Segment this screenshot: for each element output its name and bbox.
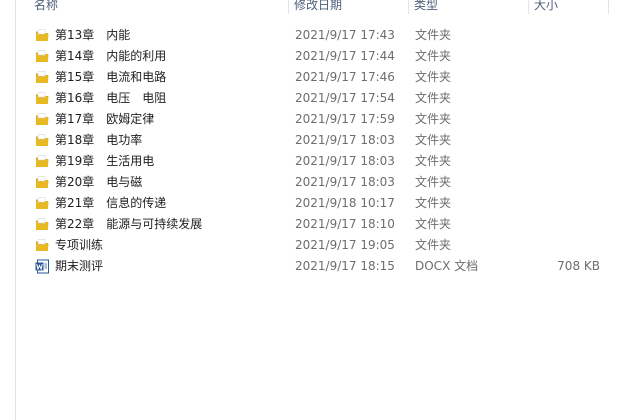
column-header-size[interactable]: 大小	[534, 0, 558, 14]
file-row[interactable]: 第20章 电与磁 2021/9/17 18:03 文件夹	[0, 172, 636, 193]
column-header-bar: 名称 修改日期 类型 大小	[16, 0, 636, 14]
file-type: 文件夹	[415, 91, 452, 105]
file-type: 文件夹	[415, 70, 452, 84]
file-name: 第13章 内能	[55, 28, 131, 42]
file-modified-date: 2021/9/17 17:59	[295, 112, 395, 126]
file-type: 文件夹	[415, 28, 452, 42]
file-modified-date: 2021/9/17 18:10	[295, 217, 395, 231]
file-name: 第20章 电与磁	[55, 175, 143, 189]
file-name: 第16章 电压 电阻	[55, 91, 167, 105]
column-header-date[interactable]: 修改日期	[294, 0, 342, 14]
folder-icon	[35, 217, 50, 232]
file-modified-date: 2021/9/17 18:03	[295, 154, 395, 168]
file-modified-date: 2021/9/17 17:46	[295, 70, 395, 84]
file-type: 文件夹	[415, 49, 452, 63]
column-header-type[interactable]: 类型	[414, 0, 438, 14]
file-size	[520, 46, 600, 67]
file-modified-date: 2021/9/18 10:17	[295, 196, 395, 210]
folder-icon	[35, 91, 50, 106]
file-row[interactable]: 期末测评 2021/9/17 18:15 DOCX 文档 708 KB	[0, 256, 636, 277]
file-row[interactable]: 第18章 电功率 2021/9/17 18:03 文件夹	[0, 130, 636, 151]
file-type: 文件夹	[415, 217, 452, 231]
file-size	[520, 235, 600, 256]
file-size	[520, 151, 600, 172]
file-size: 708 KB	[557, 259, 600, 273]
file-size	[520, 67, 600, 88]
file-name: 第18章 电功率	[55, 133, 143, 147]
folder-icon	[35, 238, 50, 253]
file-name: 专项训练	[55, 238, 104, 252]
column-divider[interactable]	[608, 0, 609, 14]
file-modified-date: 2021/9/17 17:43	[295, 28, 395, 42]
file-row[interactable]: 第15章 电流和电路 2021/9/17 17:46 文件夹	[0, 67, 636, 88]
folder-icon	[35, 196, 50, 211]
file-size	[520, 214, 600, 235]
file-name: 第17章 欧姆定律	[55, 112, 155, 126]
file-name: 第14章 内能的利用	[55, 49, 167, 63]
file-row[interactable]: 第13章 内能 2021/9/17 17:43 文件夹	[0, 25, 636, 46]
file-size	[520, 88, 600, 109]
word-document-icon	[35, 259, 50, 274]
folder-icon	[35, 175, 50, 190]
column-divider[interactable]	[528, 0, 529, 14]
file-size	[520, 25, 600, 46]
folder-icon	[35, 133, 50, 148]
file-size	[520, 193, 600, 214]
file-name: 第15章 电流和电路	[55, 70, 167, 84]
file-name: 第21章 信息的传递	[55, 196, 167, 210]
file-size	[520, 172, 600, 193]
folder-icon	[35, 112, 50, 127]
file-row[interactable]: 第14章 内能的利用 2021/9/17 17:44 文件夹	[0, 46, 636, 67]
folder-icon	[35, 49, 50, 64]
column-divider[interactable]	[408, 0, 409, 14]
folder-icon	[35, 28, 50, 43]
folder-icon	[35, 154, 50, 169]
file-size	[520, 130, 600, 151]
file-type: 文件夹	[415, 133, 452, 147]
file-modified-date: 2021/9/17 17:44	[295, 49, 395, 63]
file-modified-date: 2021/9/17 17:54	[295, 91, 395, 105]
file-type: 文件夹	[415, 112, 452, 126]
file-type: 文件夹	[415, 154, 452, 168]
file-row[interactable]: 专项训练 2021/9/17 19:05 文件夹	[0, 235, 636, 256]
column-header-name[interactable]: 名称	[34, 0, 58, 14]
file-row[interactable]: 第16章 电压 电阻 2021/9/17 17:54 文件夹	[0, 88, 636, 109]
file-row[interactable]: 第21章 信息的传递 2021/9/18 10:17 文件夹	[0, 193, 636, 214]
file-name: 第22章 能源与可持续发展	[55, 217, 203, 231]
file-type: 文件夹	[415, 238, 452, 252]
file-type: DOCX 文档	[415, 259, 479, 273]
file-modified-date: 2021/9/17 18:03	[295, 175, 395, 189]
file-row[interactable]: 第19章 生活用电 2021/9/17 18:03 文件夹	[0, 151, 636, 172]
column-divider[interactable]	[288, 0, 289, 14]
file-name: 第19章 生活用电	[55, 154, 155, 168]
file-row[interactable]: 第22章 能源与可持续发展 2021/9/17 18:10 文件夹	[0, 214, 636, 235]
folder-icon	[35, 70, 50, 85]
file-size	[520, 109, 600, 130]
file-modified-date: 2021/9/17 19:05	[295, 238, 395, 252]
file-type: 文件夹	[415, 196, 452, 210]
file-row[interactable]: 第17章 欧姆定律 2021/9/17 17:59 文件夹	[0, 109, 636, 130]
file-modified-date: 2021/9/17 18:15	[295, 259, 395, 273]
file-name: 期末测评	[55, 259, 104, 273]
file-modified-date: 2021/9/17 18:03	[295, 133, 395, 147]
file-type: 文件夹	[415, 175, 452, 189]
